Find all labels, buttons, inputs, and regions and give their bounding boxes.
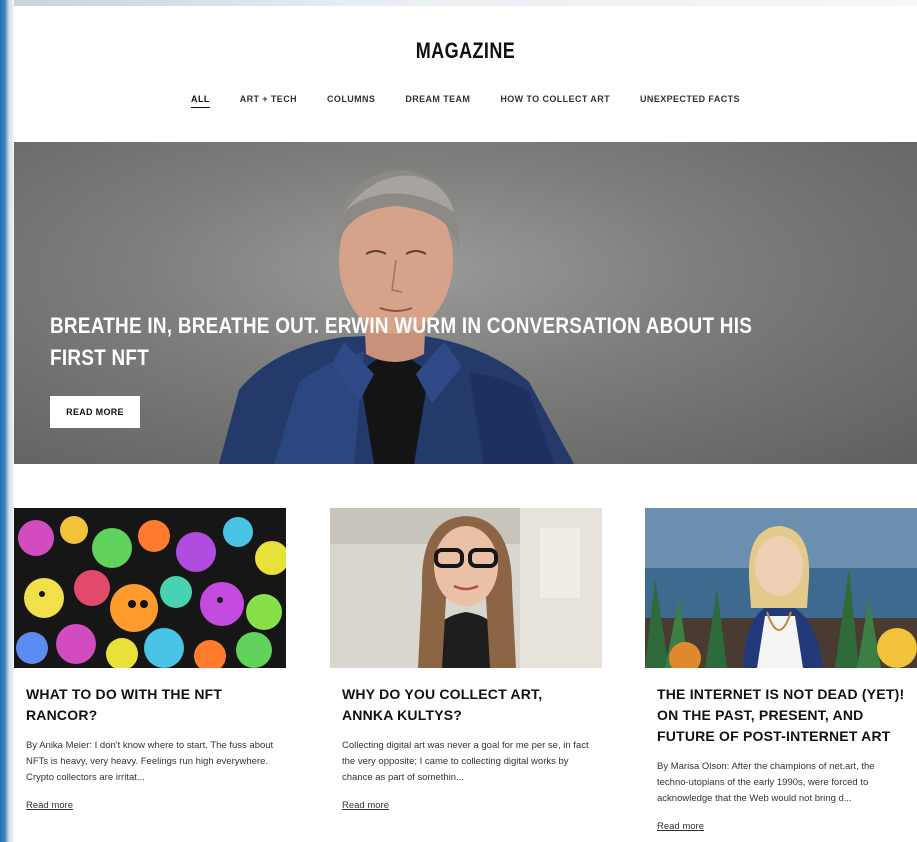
tab-unexpected-facts[interactable]: UNEXPECTED FACTS bbox=[625, 94, 755, 104]
tab-how-to-collect-art[interactable]: HOW TO COLLECT ART bbox=[485, 94, 625, 104]
article-image[interactable] bbox=[14, 508, 286, 668]
article-image[interactable] bbox=[330, 508, 602, 668]
hero-headline[interactable]: BREATHE IN, BREATHE OUT. ERWIN WURM IN C… bbox=[50, 310, 755, 374]
portrait-woman-glasses-image bbox=[330, 508, 602, 668]
top-edge bbox=[14, 0, 917, 6]
read-more-button[interactable]: READ MORE bbox=[50, 396, 140, 428]
article-excerpt: By Anika Meier: I don't know where to st… bbox=[26, 740, 274, 783]
magazine-page: MAGAZINE ALL ART + TECH COLUMNS DREAM TE… bbox=[14, 0, 917, 842]
article-excerpt: By Marisa Olson: After the champions of … bbox=[657, 761, 875, 804]
article-title[interactable]: WHY DO YOU COLLECT ART, ANNKA KULTYS? bbox=[342, 684, 590, 726]
read-more-link[interactable]: Read more bbox=[342, 800, 389, 811]
read-more-link[interactable]: Read more bbox=[657, 821, 704, 832]
article-card: THE INTERNET IS NOT DEAD (YET)! ON THE P… bbox=[645, 508, 917, 834]
portrait-woman-plants-image bbox=[645, 508, 917, 668]
article-title[interactable]: WHAT TO DO WITH THE NFT RANCOR? bbox=[26, 684, 274, 726]
article-title[interactable]: THE INTERNET IS NOT DEAD (YET)! ON THE P… bbox=[657, 684, 905, 747]
article-image[interactable] bbox=[645, 508, 917, 668]
tab-columns[interactable]: COLUMNS bbox=[312, 94, 390, 104]
hero-portrait-image bbox=[219, 170, 574, 464]
article-excerpt: Collecting digital art was never a goal … bbox=[342, 740, 589, 783]
article-card: WHAT TO DO WITH THE NFT RANCOR? By Anika… bbox=[14, 508, 286, 813]
nft-artwork-image bbox=[14, 508, 286, 668]
tab-art-tech[interactable]: ART + TECH bbox=[225, 94, 312, 104]
read-more-link[interactable]: Read more bbox=[26, 800, 73, 811]
hero-banner[interactable]: BREATHE IN, BREATHE OUT. ERWIN WURM IN C… bbox=[14, 142, 917, 464]
tab-dream-team[interactable]: DREAM TEAM bbox=[390, 94, 485, 104]
tab-all[interactable]: ALL bbox=[176, 94, 225, 108]
page-title: MAGAZINE bbox=[415, 38, 516, 63]
article-card: WHY DO YOU COLLECT ART, ANNKA KULTYS? Co… bbox=[330, 508, 602, 813]
category-nav: ALL ART + TECH COLUMNS DREAM TEAM HOW TO… bbox=[14, 94, 917, 108]
